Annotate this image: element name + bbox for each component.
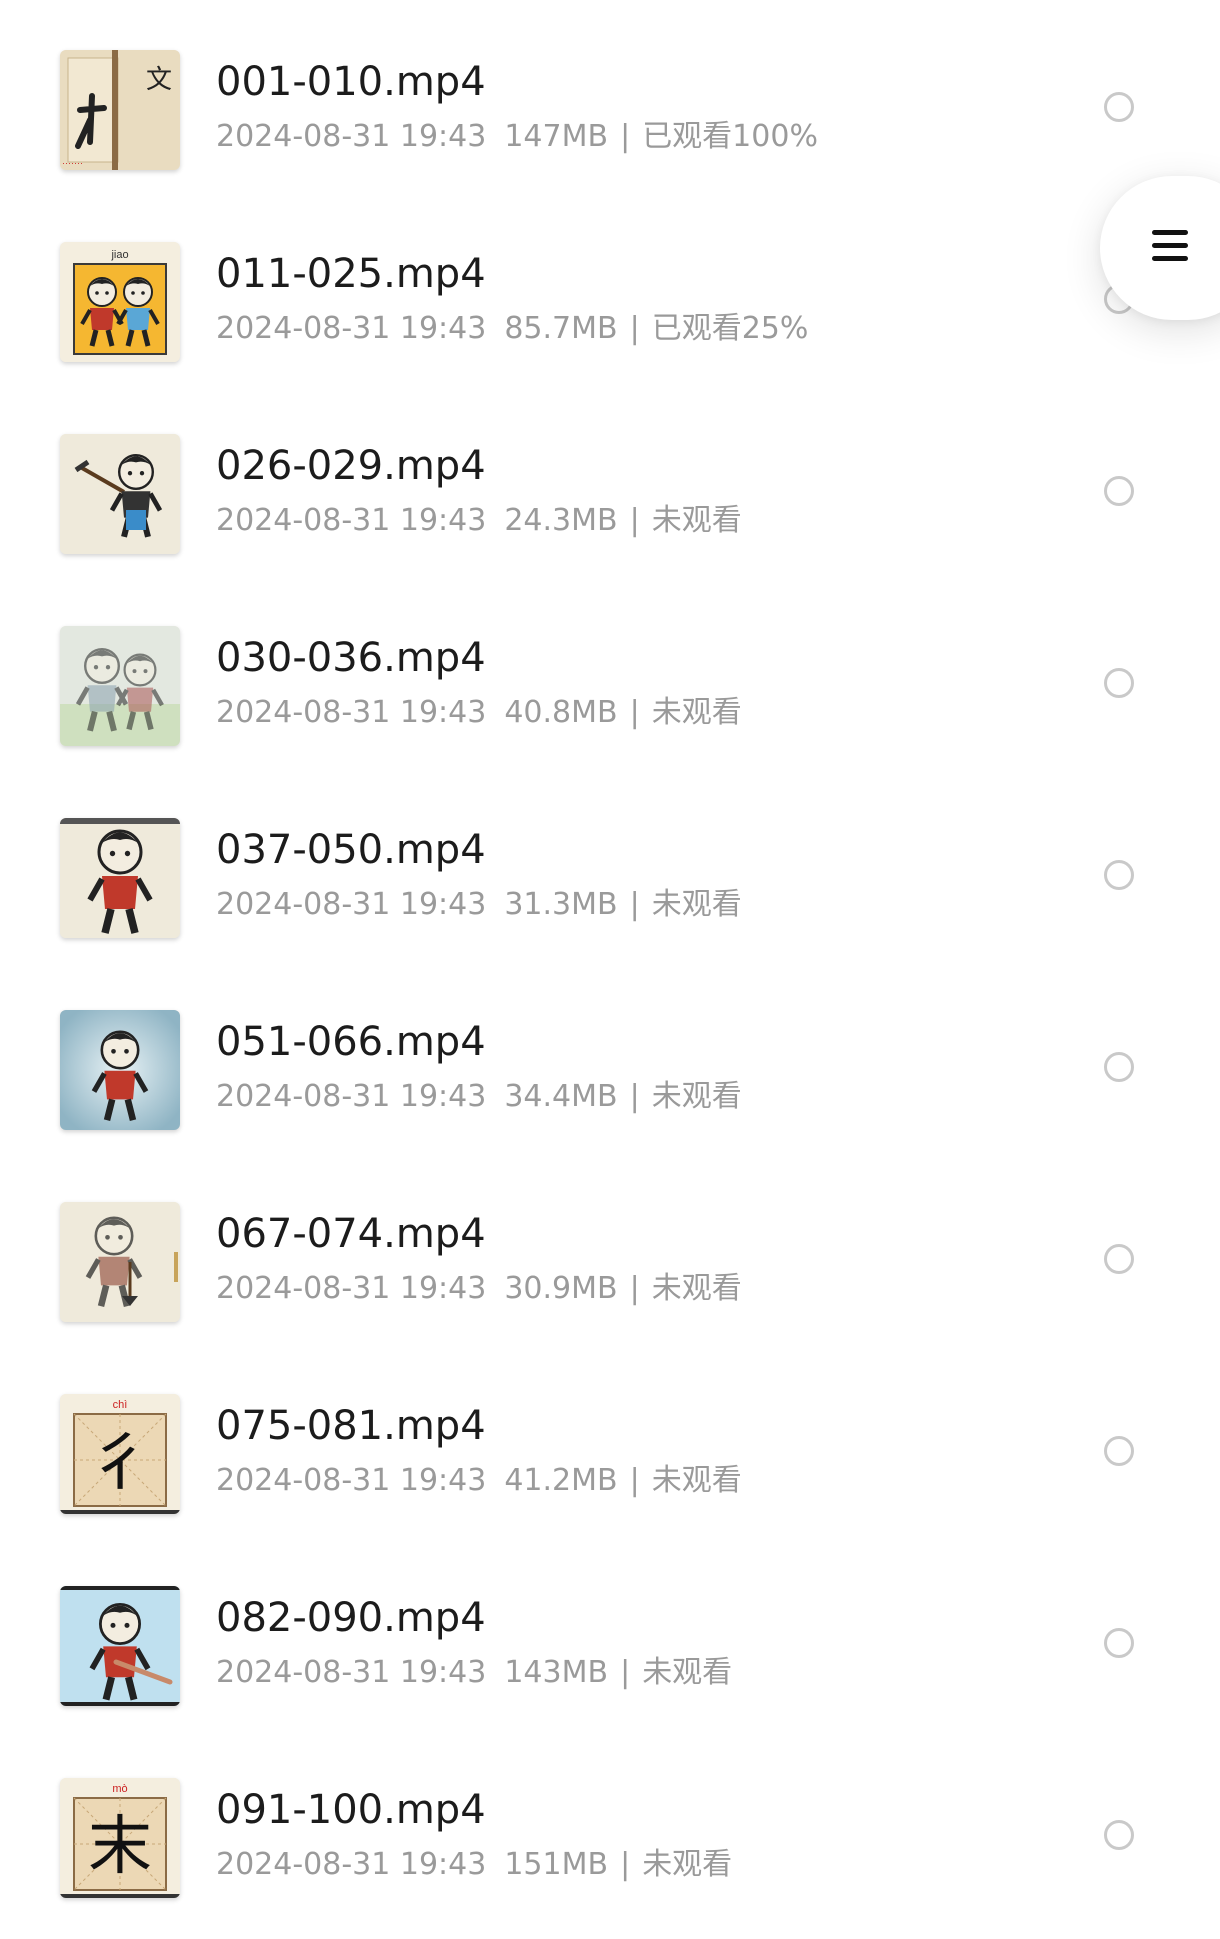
video-thumbnail[interactable] [60,626,180,746]
select-radio[interactable] [1104,1052,1134,1082]
file-row[interactable]: 037-050.mp4 2024-08-31 19:43 31.3MB | 未观看 [0,768,1220,958]
file-date: 2024-08-31 19:43 [216,1847,487,1882]
file-date: 2024-08-31 19:43 [216,887,487,922]
thumb-text: 文 [146,65,172,95]
meta-separator: | [620,119,631,154]
video-file-list: 文 ······· 001-010.mp4 2024-08-31 19:43 14… [0,0,1220,1939]
meta-separator: | [629,1271,640,1306]
file-name: 030-036.mp4 [216,635,486,681]
file-size: 143MB [504,1655,609,1690]
thumb-text: chì [113,1399,128,1411]
select-radio[interactable] [1104,476,1134,506]
file-size: 40.8MB [504,695,618,730]
file-date: 2024-08-31 19:43 [216,695,487,730]
select-radio[interactable] [1104,1244,1134,1274]
watch-status: 未观看 [642,1655,733,1690]
file-row[interactable]: chì 彳 075-081.mp4 2024-08-31 19:43 41.2MB… [0,1344,1220,1534]
file-row[interactable]: mò 末 091-100.mp4 2024-08-31 19:43 151MB | 未… [0,1728,1220,1918]
select-radio[interactable] [1104,860,1134,890]
file-meta: 2024-08-31 19:43 151MB | 未观看 [216,1846,732,1884]
watch-status: 未观看 [651,1463,742,1498]
select-radio[interactable] [1104,1436,1134,1466]
video-thumbnail[interactable]: chì 彳 [60,1394,180,1514]
file-date: 2024-08-31 19:43 [216,1463,487,1498]
file-meta: 2024-08-31 19:43 24.3MB | 未观看 [216,502,742,540]
file-name: 026-029.mp4 [216,443,486,489]
select-radio[interactable] [1104,668,1134,698]
file-meta: 2024-08-31 19:43 41.2MB | 未观看 [216,1462,742,1500]
meta-separator: | [629,1463,640,1498]
video-thumbnail[interactable]: 文 ······· [60,50,180,170]
watch-status: 未观看 [642,1847,733,1882]
file-size: 34.4MB [504,1079,618,1114]
file-date: 2024-08-31 19:43 [216,311,487,346]
file-date: 2024-08-31 19:43 [216,1271,487,1306]
file-meta: 2024-08-31 19:43 85.7MB | 已观看25% [216,310,808,348]
file-name: 001-010.mp4 [216,59,486,105]
meta-separator: | [629,503,640,538]
thumb-text: jiao [110,249,128,261]
watch-status: 未观看 [651,887,742,922]
video-thumbnail[interactable] [60,818,180,938]
video-thumbnail[interactable] [60,1010,180,1130]
file-row[interactable]: jiao 011-025.mp4 2024-08-31 19:43 85.7MB |… [0,192,1220,382]
file-size: 30.9MB [504,1271,618,1306]
file-date: 2024-08-31 19:43 [216,503,487,538]
file-meta: 2024-08-31 19:43 40.8MB | 未观看 [216,694,742,732]
file-row[interactable]: 030-036.mp4 2024-08-31 19:43 40.8MB | 未观看 [0,576,1220,766]
file-name: 082-090.mp4 [216,1595,486,1641]
file-meta: 2024-08-31 19:43 147MB | 已观看100% [216,118,818,156]
meta-separator: | [629,311,640,346]
file-row[interactable]: 051-066.mp4 2024-08-31 19:43 34.4MB | 未观看 [0,960,1220,1150]
meta-separator: | [620,1655,631,1690]
file-size: 85.7MB [504,311,618,346]
file-name: 011-025.mp4 [216,251,486,297]
meta-separator: | [629,887,640,922]
file-size: 31.3MB [504,887,618,922]
file-meta: 2024-08-31 19:43 30.9MB | 未观看 [216,1270,742,1308]
file-size: 24.3MB [504,503,618,538]
file-row[interactable]: 082-090.mp4 2024-08-31 19:43 143MB | 未观看 [0,1536,1220,1726]
svg-text:·······: ······· [62,158,83,168]
file-meta: 2024-08-31 19:43 34.4MB | 未观看 [216,1078,742,1116]
video-thumbnail[interactable] [60,1202,180,1322]
watch-status: 未观看 [651,695,742,730]
video-thumbnail[interactable] [60,1586,180,1706]
file-row[interactable]: 文 ······· 001-010.mp4 2024-08-31 19:43 14… [0,0,1220,190]
file-name: 091-100.mp4 [216,1787,486,1833]
file-row[interactable]: 067-074.mp4 2024-08-31 19:43 30.9MB | 未观看 [0,1152,1220,1342]
video-thumbnail[interactable]: jiao [60,242,180,362]
file-name: 037-050.mp4 [216,827,486,873]
file-size: 151MB [504,1847,609,1882]
file-date: 2024-08-31 19:43 [216,119,487,154]
file-row[interactable]: 026-029.mp4 2024-08-31 19:43 24.3MB | 未观看 [0,384,1220,574]
meta-separator: | [620,1847,631,1882]
file-date: 2024-08-31 19:43 [216,1079,487,1114]
file-name: 051-066.mp4 [216,1019,486,1065]
file-date: 2024-08-31 19:43 [216,1655,487,1690]
video-thumbnail[interactable]: mò 末 [60,1778,180,1898]
select-radio[interactable] [1104,1628,1134,1658]
watch-status: 未观看 [651,1079,742,1114]
menu-icon [1152,228,1188,264]
thumb-char: 末 [88,1810,152,1884]
watch-status: 未观看 [651,503,742,538]
file-name: 075-081.mp4 [216,1403,486,1449]
video-thumbnail[interactable] [60,434,180,554]
meta-separator: | [629,1079,640,1114]
watch-status: 未观看 [651,1271,742,1306]
file-size: 147MB [504,119,609,154]
file-name: 067-074.mp4 [216,1211,486,1257]
file-meta: 2024-08-31 19:43 143MB | 未观看 [216,1654,732,1692]
thumb-char: 彳 [88,1426,152,1500]
watch-status: 已观看100% [642,119,818,154]
select-radio[interactable] [1104,92,1134,122]
file-meta: 2024-08-31 19:43 31.3MB | 未观看 [216,886,742,924]
meta-separator: | [629,695,640,730]
watch-status: 已观看25% [651,311,809,346]
file-size: 41.2MB [504,1463,618,1498]
thumb-text: mò [112,1783,127,1795]
select-radio[interactable] [1104,1820,1134,1850]
